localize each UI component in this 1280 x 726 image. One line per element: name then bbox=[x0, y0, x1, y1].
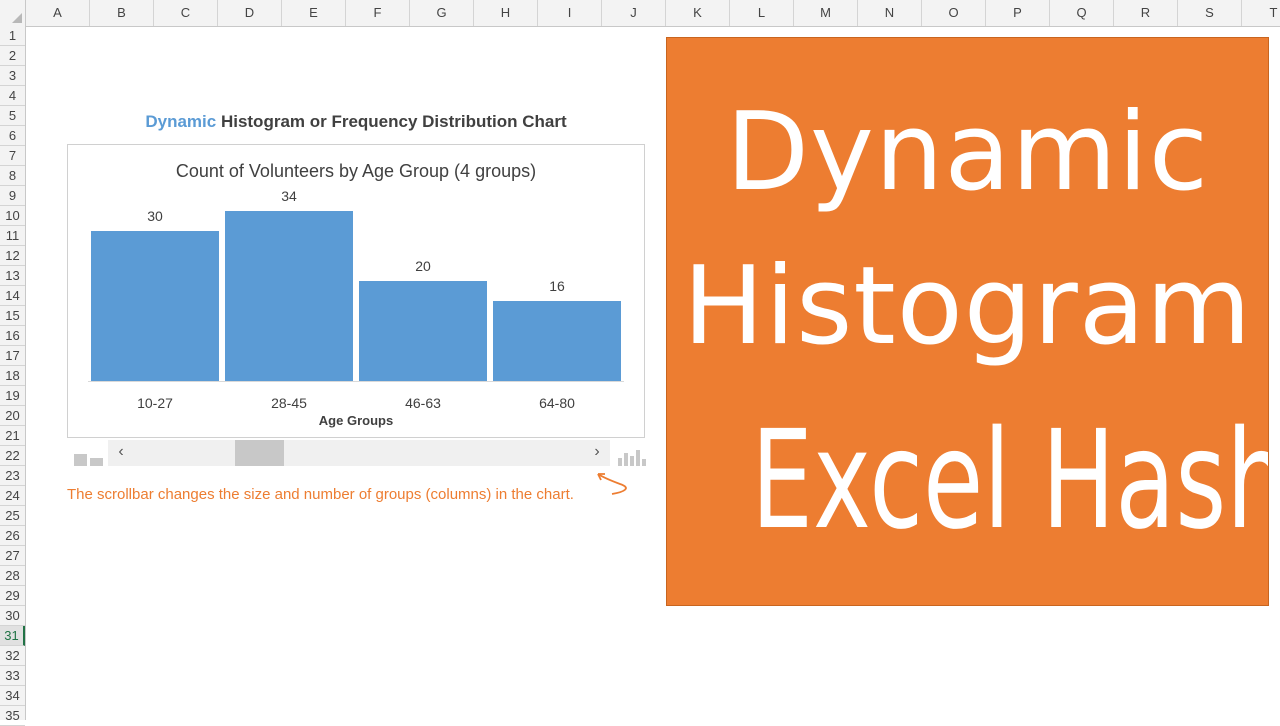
row-header-31[interactable]: 31 bbox=[0, 626, 25, 646]
data-label-64-80: 16 bbox=[549, 278, 565, 294]
row-header-12[interactable]: 12 bbox=[0, 246, 25, 266]
row-header-21[interactable]: 21 bbox=[0, 426, 25, 446]
chart-heading: Dynamic Histogram or Frequency Distribut… bbox=[67, 112, 645, 132]
column-header-j[interactable]: J bbox=[602, 0, 666, 26]
column-header-t[interactable]: T bbox=[1242, 0, 1280, 26]
column-header-a[interactable]: A bbox=[26, 0, 90, 26]
column-header-p[interactable]: P bbox=[986, 0, 1050, 26]
row-header-11[interactable]: 11 bbox=[0, 226, 25, 246]
scroll-right-button[interactable]: › bbox=[584, 440, 610, 466]
x-axis-label: Age Groups bbox=[319, 413, 393, 428]
row-header-17[interactable]: 17 bbox=[0, 346, 25, 366]
row-header-23[interactable]: 23 bbox=[0, 466, 25, 486]
banner-line-dynamic: Dynamic bbox=[725, 90, 1210, 215]
scroll-thumb[interactable] bbox=[235, 440, 284, 466]
row-header-bar: 1 2 3 4 5 6 7 8 9 10 11 12 13 14 15 16 17 18 19 20 21 22 23 24 2… bbox=[0, 26, 26, 726]
row-header-34[interactable]: 34 bbox=[0, 686, 25, 706]
data-label-28-45: 34 bbox=[281, 188, 297, 204]
column-header-q[interactable]: Q bbox=[1050, 0, 1114, 26]
data-label-46-63: 20 bbox=[415, 258, 431, 274]
row-header-2[interactable]: 2 bbox=[0, 46, 25, 66]
column-header-o[interactable]: O bbox=[922, 0, 986, 26]
row-header-24[interactable]: 24 bbox=[0, 486, 25, 506]
chart-svg: Count of Volunteers by Age Group (4 grou… bbox=[88, 161, 624, 428]
row-header-35[interactable]: 35 bbox=[0, 706, 25, 726]
tick-label-64-80: 64-80 bbox=[539, 395, 575, 411]
title-banner: Dynamic Histogram Excel Hash bbox=[666, 37, 1269, 606]
column-header-e[interactable]: E bbox=[282, 0, 346, 26]
row-header-22[interactable]: 22 bbox=[0, 446, 25, 466]
row-header-18[interactable]: 18 bbox=[0, 366, 25, 386]
column-header-m[interactable]: M bbox=[794, 0, 858, 26]
bar-10-27 bbox=[91, 231, 219, 381]
row-header-7[interactable]: 7 bbox=[0, 146, 25, 166]
column-header-bar: ABCDEFGHIJKLMNOPQRST bbox=[0, 0, 1280, 27]
group-size-scrollbar[interactable]: ‹ › bbox=[108, 440, 610, 466]
row-header-27[interactable]: 27 bbox=[0, 546, 25, 566]
row-header-10[interactable]: 10 bbox=[0, 206, 25, 226]
row-header-28[interactable]: 28 bbox=[0, 566, 25, 586]
column-header-i[interactable]: I bbox=[538, 0, 602, 26]
row-header-15[interactable]: 15 bbox=[0, 306, 25, 326]
heading-rest: Histogram or Frequency Distribution Char… bbox=[216, 112, 567, 131]
row-header-14[interactable]: 14 bbox=[0, 286, 25, 306]
column-header-d[interactable]: D bbox=[218, 0, 282, 26]
column-header-l[interactable]: L bbox=[730, 0, 794, 26]
column-header-n[interactable]: N bbox=[858, 0, 922, 26]
row-header-9[interactable]: 9 bbox=[0, 186, 25, 206]
bar-64-80 bbox=[493, 301, 621, 381]
column-header-c[interactable]: C bbox=[154, 0, 218, 26]
column-header-r[interactable]: R bbox=[1114, 0, 1178, 26]
column-header-h[interactable]: H bbox=[474, 0, 538, 26]
row-header-4[interactable]: 4 bbox=[0, 86, 25, 106]
row-header-5[interactable]: 5 bbox=[0, 106, 25, 126]
row-header-20[interactable]: 20 bbox=[0, 406, 25, 426]
histogram-chart[interactable]: Count of Volunteers by Age Group (4 grou… bbox=[67, 144, 645, 438]
row-header-26[interactable]: 26 bbox=[0, 526, 25, 546]
few-columns-icon bbox=[74, 454, 103, 466]
many-columns-icon bbox=[618, 450, 646, 466]
row-header-3[interactable]: 3 bbox=[0, 66, 25, 86]
column-header-b[interactable]: B bbox=[90, 0, 154, 26]
row-header-19[interactable]: 19 bbox=[0, 386, 25, 406]
banner-line-histogram: Histogram bbox=[682, 244, 1253, 369]
data-label-10-27: 30 bbox=[147, 208, 163, 224]
bar-28-45 bbox=[225, 211, 353, 381]
row-header-33[interactable]: 33 bbox=[0, 666, 25, 686]
scrollbar-note: The scrollbar changes the size and numbe… bbox=[67, 486, 574, 503]
tick-label-10-27: 10-27 bbox=[137, 395, 173, 411]
column-header-f[interactable]: F bbox=[346, 0, 410, 26]
row-header-6[interactable]: 6 bbox=[0, 126, 25, 146]
row-header-29[interactable]: 29 bbox=[0, 586, 25, 606]
column-header-s[interactable]: S bbox=[1178, 0, 1242, 26]
banner-line-excel-hash: Excel Hash bbox=[751, 402, 1269, 560]
bar-46-63 bbox=[359, 281, 487, 381]
chart-title: Count of Volunteers by Age Group (4 grou… bbox=[176, 161, 536, 181]
row-header-13[interactable]: 13 bbox=[0, 266, 25, 286]
scroll-left-button[interactable]: ‹ bbox=[108, 440, 134, 466]
row-header-25[interactable]: 25 bbox=[0, 506, 25, 526]
tick-label-28-45: 28-45 bbox=[271, 395, 307, 411]
heading-accent: Dynamic bbox=[145, 112, 217, 131]
select-all-corner[interactable] bbox=[0, 0, 26, 26]
column-header-g[interactable]: G bbox=[410, 0, 474, 26]
row-header-1[interactable]: 1 bbox=[0, 26, 25, 46]
row-header-30[interactable]: 30 bbox=[0, 606, 25, 626]
row-header-32[interactable]: 32 bbox=[0, 646, 25, 666]
curved-arrow-icon bbox=[597, 473, 627, 495]
tick-label-46-63: 46-63 bbox=[405, 395, 441, 411]
column-header-k[interactable]: K bbox=[666, 0, 730, 26]
row-header-8[interactable]: 8 bbox=[0, 166, 25, 186]
row-header-16[interactable]: 16 bbox=[0, 326, 25, 346]
